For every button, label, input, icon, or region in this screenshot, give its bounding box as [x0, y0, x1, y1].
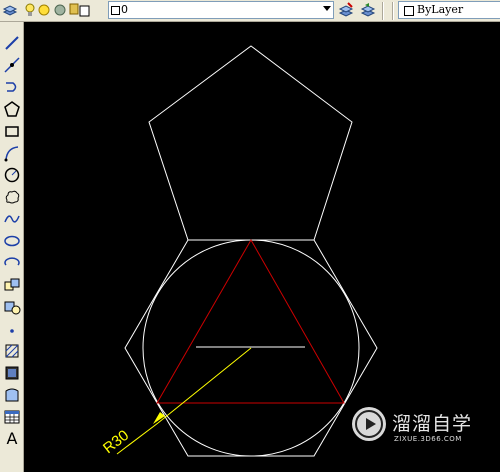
layer-properties-icon[interactable] — [2, 2, 18, 18]
watermark: 溜溜自学 ZIXUE.3D66.COM — [352, 407, 472, 451]
drawing-canvas[interactable]: R30 溜溜自学 ZIXUE.3D66.COM — [24, 22, 500, 472]
hatch-tool-icon[interactable] — [3, 342, 21, 360]
ellipse-arc-tool-icon[interactable] — [3, 254, 21, 272]
multiline-text-tool-icon[interactable]: A — [3, 430, 21, 448]
color-swatch — [404, 6, 414, 16]
toolbar-separator — [382, 2, 384, 20]
layer-color-swatch — [111, 6, 120, 15]
polyline-tool-icon[interactable] — [3, 78, 21, 96]
layer-name: 0 — [121, 3, 128, 16]
layer-state-icons — [24, 2, 90, 18]
pentagon-shape — [148, 45, 353, 241]
revision-cloud-tool-icon[interactable] — [3, 188, 21, 206]
draw-toolbar: A — [0, 22, 24, 472]
arc-tool-icon[interactable] — [3, 144, 21, 162]
line-tool-icon[interactable] — [3, 34, 21, 52]
layer-previous-icon[interactable] — [360, 2, 376, 18]
color-dropdown[interactable]: ByLayer — [398, 1, 500, 19]
construction-line-tool-icon[interactable] — [3, 56, 21, 74]
play-logo-icon — [352, 407, 386, 441]
circle-tool-icon[interactable] — [3, 166, 21, 184]
gradient-tool-icon[interactable] — [3, 364, 21, 382]
ellipse-tool-icon[interactable] — [3, 232, 21, 250]
spline-tool-icon[interactable] — [3, 210, 21, 228]
insert-block-tool-icon[interactable] — [3, 276, 21, 294]
drawing-svg: R30 — [100, 45, 378, 457]
triangle-shape — [156, 238, 345, 404]
layer-dropdown[interactable]: 0 — [108, 1, 334, 19]
radius-dimension-label: R30 — [100, 427, 132, 457]
watermark-url: ZIXUE.3D66.COM — [394, 435, 462, 443]
color-value: ByLayer — [417, 3, 464, 16]
rectangle-tool-icon[interactable] — [3, 122, 21, 140]
chevron-down-icon[interactable] — [323, 6, 331, 11]
table-tool-icon[interactable] — [3, 408, 21, 426]
layers-toolbar: 0 ByLayer — [0, 0, 500, 22]
region-tool-icon[interactable] — [3, 386, 21, 404]
toolbar-separator — [392, 2, 394, 20]
multiline-text-label: A — [6, 429, 18, 448]
point-tool-icon[interactable] — [3, 320, 21, 338]
polygon-tool-icon[interactable] — [3, 100, 21, 118]
make-block-tool-icon[interactable] — [3, 298, 21, 316]
make-object-layer-current-icon[interactable] — [338, 2, 354, 18]
radius-dimension-leader — [157, 347, 252, 424]
watermark-title: 溜溜自学 — [392, 413, 473, 435]
